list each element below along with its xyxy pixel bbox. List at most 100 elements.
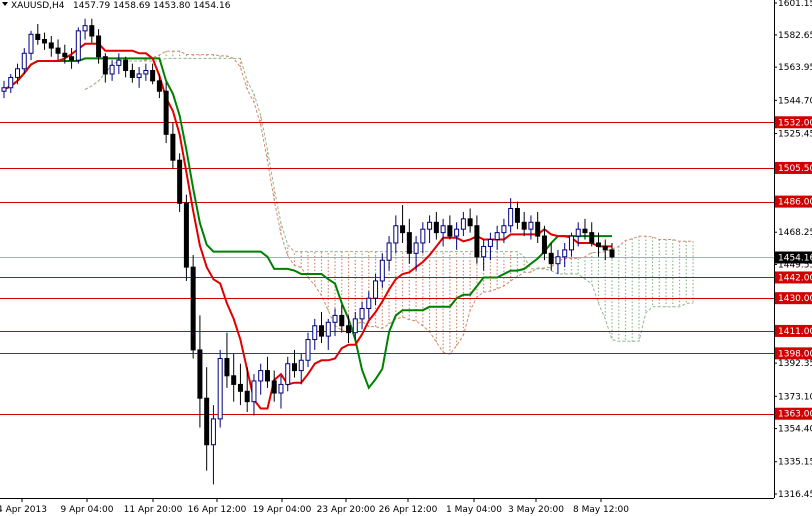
y-tick-label: 1392.35 xyxy=(778,359,812,369)
level-price-tag-label: 1532.00 xyxy=(778,118,812,128)
candle-body xyxy=(28,33,34,54)
candle-body xyxy=(548,252,554,265)
candle-body xyxy=(21,52,27,70)
candle-body xyxy=(197,349,203,399)
candle-body xyxy=(278,383,284,394)
candle-body xyxy=(1,87,7,92)
candle-body xyxy=(96,35,102,58)
symbol-label: XAUUSD,H4 xyxy=(11,1,65,11)
candle-body xyxy=(393,225,399,244)
candle-body xyxy=(75,30,81,61)
y-tick-label: 1335.15 xyxy=(778,458,812,468)
candle-body xyxy=(271,380,277,394)
candle-body xyxy=(400,225,406,234)
candle-body xyxy=(305,339,311,361)
candle-body xyxy=(346,325,352,334)
candle-body xyxy=(433,221,439,234)
candle-body xyxy=(481,245,487,258)
candle-body xyxy=(325,321,331,337)
candle-body xyxy=(69,56,75,61)
candle-body xyxy=(562,249,568,258)
candle-body xyxy=(258,370,264,382)
candle-body xyxy=(454,228,460,237)
candle-body xyxy=(339,314,345,327)
candle-body xyxy=(609,249,615,258)
current-price-tag-label: 1454.16 xyxy=(778,254,812,264)
candle-body xyxy=(595,242,601,247)
candle-body xyxy=(528,221,534,230)
candle-body xyxy=(237,383,243,392)
candle-body xyxy=(440,225,446,234)
candle-body xyxy=(170,133,176,161)
candle-body xyxy=(48,42,54,49)
candle-body xyxy=(501,225,507,234)
x-tick-label: 3 May 20:00 xyxy=(508,505,564,515)
candle-body xyxy=(373,280,379,299)
candle-body xyxy=(535,221,541,237)
y-tick-label: 1468.25 xyxy=(778,228,812,238)
level-price-tag-label: 1411.00 xyxy=(778,327,812,337)
candle-body xyxy=(177,159,183,204)
candle-body xyxy=(217,358,223,420)
candle-body xyxy=(291,363,297,372)
y-tick-label: 1354.40 xyxy=(778,425,812,435)
candle-body xyxy=(285,363,291,385)
y-tick-label: 1544.70 xyxy=(778,96,812,106)
candle-body xyxy=(555,256,561,265)
x-tick-label: 9 Apr 04:00 xyxy=(61,505,114,515)
candle-body xyxy=(123,59,129,72)
candle-body xyxy=(494,232,500,241)
candle-body xyxy=(116,59,122,66)
y-tick-label: 1601.15 xyxy=(778,0,812,9)
candle-body xyxy=(602,245,608,251)
level-price-tag-label: 1442.00 xyxy=(778,273,812,283)
level-price-tag-label: 1398.00 xyxy=(778,349,812,359)
x-tick-label: 23 Apr 20:00 xyxy=(317,505,376,515)
candle-body xyxy=(129,70,135,78)
candle-body xyxy=(474,225,480,258)
candle-body xyxy=(413,242,419,254)
candle-body xyxy=(312,325,318,341)
candle-body xyxy=(427,221,433,230)
candle-body xyxy=(89,25,95,37)
candle-body xyxy=(541,235,547,254)
candle-body xyxy=(55,47,61,54)
candle-body xyxy=(150,70,156,82)
candle-body xyxy=(264,370,270,382)
candle-body xyxy=(332,314,338,323)
candle-body xyxy=(406,232,412,254)
candle-body xyxy=(487,239,493,247)
y-tick-label: 1563.95 xyxy=(778,63,812,73)
level-price-tag-label: 1363.00 xyxy=(778,410,812,420)
chart-root: 1601.15 1582.65 1563.95 1544.70 1525.45 1505.… xyxy=(0,0,812,516)
candle-body xyxy=(298,359,304,372)
x-tick-label: 8 May 12:00 xyxy=(573,505,629,515)
y-tick-label: 1316.45 xyxy=(778,490,812,500)
candle-body xyxy=(319,325,325,337)
candle-body xyxy=(386,242,392,261)
chart-svg: 1601.15 1582.65 1563.95 1544.70 1525.45 1505.… xyxy=(0,0,812,516)
candle-body xyxy=(156,80,162,92)
x-tick-label: 4 Apr 2013 xyxy=(0,505,47,515)
candle-body xyxy=(143,70,149,75)
candle-body xyxy=(251,380,257,403)
candle-body xyxy=(231,375,237,385)
candle-body xyxy=(447,225,453,237)
candle-body xyxy=(109,64,115,75)
candle-body xyxy=(82,25,88,32)
x-tick-label: 19 Apr 04:00 xyxy=(253,505,312,515)
candle-body xyxy=(210,418,216,446)
candle-body xyxy=(204,397,210,446)
candle-body xyxy=(190,266,196,351)
candle-body xyxy=(62,52,68,58)
candle-body xyxy=(183,202,189,268)
candle-body xyxy=(420,228,426,244)
candle-body xyxy=(42,38,48,44)
candle-body xyxy=(467,218,473,227)
level-price-tag-label: 1486.00 xyxy=(778,198,812,208)
candle-body xyxy=(359,308,365,320)
candle-body xyxy=(136,73,142,78)
x-tick-label: 26 Apr 12:00 xyxy=(379,505,438,515)
candle-body xyxy=(582,228,588,234)
y-tick-label: 1525.45 xyxy=(778,130,812,140)
